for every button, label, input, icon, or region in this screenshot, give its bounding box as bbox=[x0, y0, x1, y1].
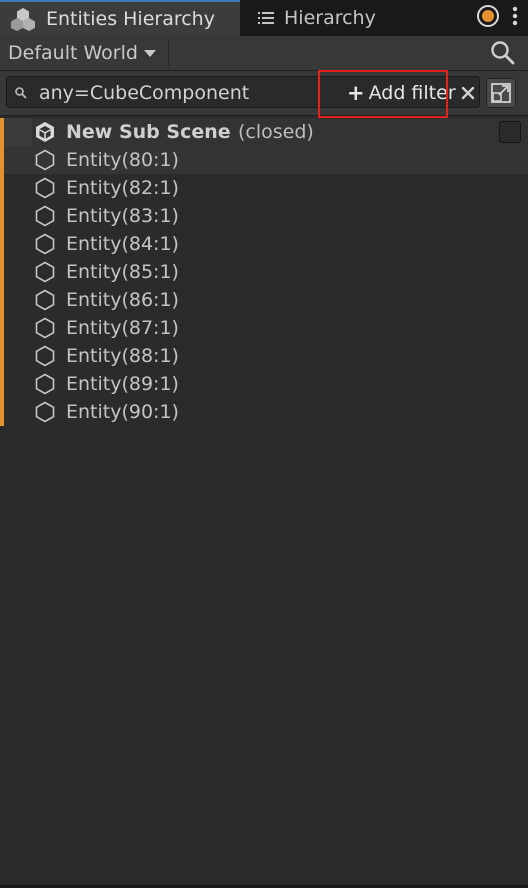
entity-row[interactable]: Entity(82:1) bbox=[0, 174, 528, 202]
entity-row[interactable]: Entity(80:1) bbox=[0, 146, 528, 174]
entity-accent-bar bbox=[0, 342, 4, 370]
entity-row[interactable]: Entity(85:1) bbox=[0, 258, 528, 286]
unity-cube-icon bbox=[36, 122, 54, 142]
toolbar-divider bbox=[168, 40, 169, 66]
list-icon bbox=[256, 5, 276, 31]
plus-icon: + bbox=[347, 81, 365, 105]
search-row: any=CubeComponent + Add filter bbox=[0, 71, 528, 116]
entity-label: Entity(87:1) bbox=[66, 317, 179, 339]
entity-label: Entity(83:1) bbox=[66, 205, 179, 227]
tab-bar: Entities Hierarchy Hierarchy bbox=[0, 0, 528, 36]
entity-accent-bar bbox=[0, 146, 4, 174]
entity-row[interactable]: Entity(86:1) bbox=[0, 286, 528, 314]
entity-row[interactable]: Entity(88:1) bbox=[0, 342, 528, 370]
clear-search-button[interactable] bbox=[459, 77, 477, 109]
hexagon-icon bbox=[35, 261, 55, 283]
entity-label: Entity(82:1) bbox=[66, 177, 179, 199]
entity-accent-bar bbox=[0, 398, 4, 426]
search-small-icon bbox=[15, 87, 27, 99]
tab-entities-label: Entities Hierarchy bbox=[46, 8, 215, 30]
entity-label: Entity(85:1) bbox=[66, 261, 179, 283]
entity-label: Entity(80:1) bbox=[66, 149, 179, 171]
hierarchy-tree: New Sub Scene (closed) Entity(80:1) Enti… bbox=[0, 118, 528, 426]
world-dropdown[interactable]: Default World bbox=[8, 36, 156, 70]
toolbar: Default World bbox=[0, 36, 528, 71]
popout-window-button[interactable] bbox=[486, 78, 516, 108]
tab-entities-hierarchy[interactable]: Entities Hierarchy bbox=[0, 0, 240, 36]
scene-row[interactable]: New Sub Scene (closed) bbox=[0, 118, 528, 146]
hexagon-icon bbox=[35, 149, 55, 171]
hexagon-icon bbox=[35, 289, 55, 311]
entity-label: Entity(90:1) bbox=[66, 401, 179, 423]
search-input[interactable]: any=CubeComponent + Add filter bbox=[6, 76, 480, 108]
entity-accent-bar bbox=[0, 174, 4, 202]
search-query: any=CubeComponent bbox=[39, 82, 250, 104]
entity-label: Entity(89:1) bbox=[66, 373, 179, 395]
entity-label: Entity(84:1) bbox=[66, 233, 179, 255]
add-filter-button[interactable]: + Add filter bbox=[347, 77, 456, 109]
entity-accent-bar bbox=[0, 286, 4, 314]
close-icon bbox=[461, 86, 475, 100]
entity-accent-bar bbox=[0, 202, 4, 230]
world-label: Default World bbox=[8, 42, 138, 64]
hexagon-icon bbox=[35, 317, 55, 339]
hexagon-icon bbox=[35, 345, 55, 367]
scene-status: (closed) bbox=[238, 121, 314, 143]
scene-name: New Sub Scene bbox=[66, 121, 231, 143]
tab-hierarchy-label: Hierarchy bbox=[284, 7, 376, 29]
scene-toggle-checkbox[interactable] bbox=[499, 121, 521, 143]
record-icon[interactable] bbox=[476, 4, 500, 32]
entity-row[interactable]: Entity(87:1) bbox=[0, 314, 528, 342]
hexagon-icon bbox=[35, 177, 55, 199]
entity-row[interactable]: Entity(90:1) bbox=[0, 398, 528, 426]
entity-accent-bar bbox=[0, 370, 4, 398]
entity-label: Entity(88:1) bbox=[66, 345, 179, 367]
tab-hierarchy[interactable]: Hierarchy bbox=[250, 0, 400, 36]
add-filter-label: Add filter bbox=[368, 82, 456, 104]
scene-gutter bbox=[4, 118, 32, 146]
caret-down-icon bbox=[143, 49, 156, 57]
hexagon-icon bbox=[35, 401, 55, 423]
entity-accent-bar bbox=[0, 258, 4, 286]
entity-accent-bar bbox=[0, 314, 4, 342]
kebab-menu-icon[interactable] bbox=[512, 5, 518, 31]
entity-row[interactable]: Entity(89:1) bbox=[0, 370, 528, 398]
entity-accent-bar bbox=[0, 230, 4, 258]
entity-label: Entity(86:1) bbox=[66, 289, 179, 311]
entities-cubes-icon bbox=[10, 6, 36, 32]
entity-row[interactable]: Entity(83:1) bbox=[0, 202, 528, 230]
hexagon-icon bbox=[35, 373, 55, 395]
magnifier-icon bbox=[491, 41, 515, 65]
hexagon-icon bbox=[35, 233, 55, 255]
hexagon-icon bbox=[35, 205, 55, 227]
popout-window-icon bbox=[491, 83, 511, 103]
toolbar-search-button[interactable] bbox=[488, 38, 518, 68]
entity-row[interactable]: Entity(84:1) bbox=[0, 230, 528, 258]
